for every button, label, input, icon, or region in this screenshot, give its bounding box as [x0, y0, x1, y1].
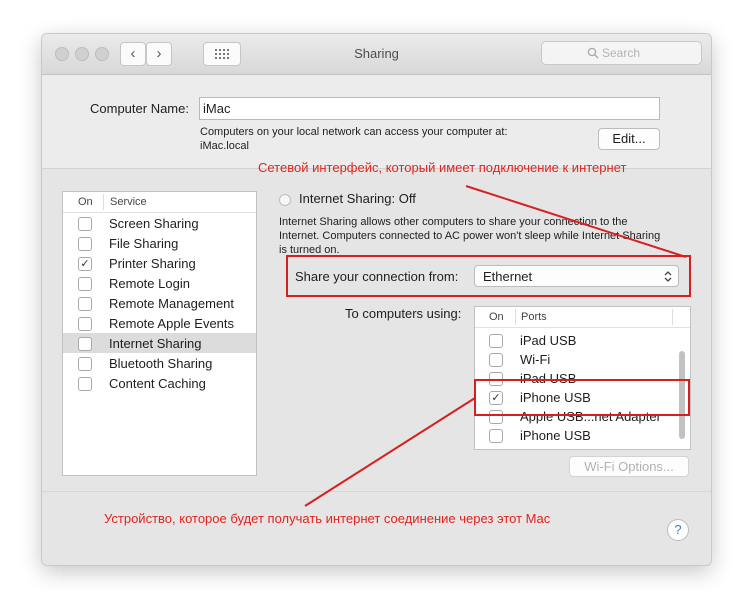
annotation-arrow-top	[465, 185, 687, 258]
annotation-arrows	[304, 185, 687, 507]
annotation-arrow-bottom	[304, 397, 476, 507]
